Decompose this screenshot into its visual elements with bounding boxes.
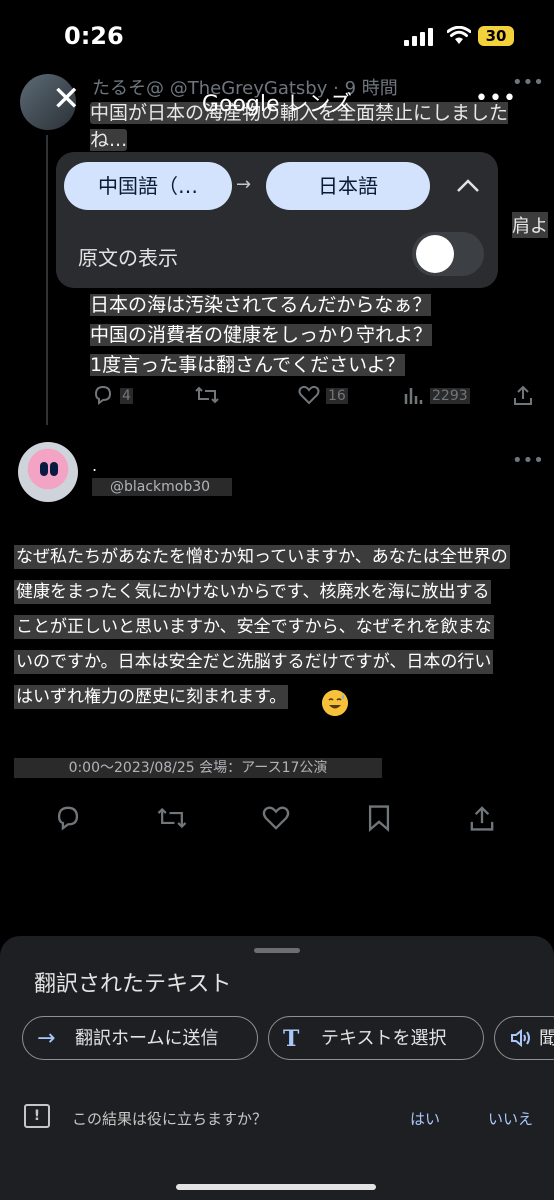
battery-icon: 30 bbox=[478, 26, 514, 46]
retweet-icon[interactable] bbox=[156, 804, 188, 832]
button-label: 翻訳ホームに送信 bbox=[75, 1028, 219, 1049]
share-icon bbox=[514, 385, 532, 405]
tweet-actions bbox=[52, 800, 512, 836]
status-time: 0:26 bbox=[64, 22, 124, 50]
text-t-icon: T bbox=[283, 1026, 300, 1052]
sheet-drag-handle[interactable] bbox=[254, 948, 300, 953]
select-text-button[interactable]: T テキストを選択 bbox=[268, 1016, 484, 1060]
more-options-icon[interactable]: ••• bbox=[512, 450, 544, 471]
heart-icon bbox=[298, 385, 320, 405]
home-indicator bbox=[176, 1184, 376, 1190]
more-menu-icon[interactable]: ••• bbox=[475, 86, 517, 111]
reply-button[interactable]: 4 bbox=[92, 384, 133, 410]
thread-line bbox=[46, 135, 48, 425]
wifi-icon bbox=[447, 26, 471, 44]
reply-icon[interactable] bbox=[54, 804, 82, 832]
tweet-actions: 4 16 2293 bbox=[92, 384, 532, 412]
tweet-line: 健康をまったく気にかけないからです、核廃水を海に放出する bbox=[14, 580, 492, 604]
show-original-label: 原文の表示 bbox=[78, 246, 178, 270]
heart-icon[interactable] bbox=[262, 804, 290, 832]
button-label: 聞 bbox=[539, 1017, 554, 1059]
view-count: 2293 bbox=[430, 388, 470, 404]
share-button[interactable] bbox=[512, 384, 534, 410]
arrow-right-icon: → bbox=[37, 1026, 56, 1051]
source-language-chip[interactable]: 中国語（… bbox=[64, 162, 232, 210]
signal-icon bbox=[404, 28, 433, 46]
tweet-line: 日本の海は汚染されてるんだからなぁ？ bbox=[90, 294, 432, 316]
tweet-line: 1度言った事は翻さんでくださいよ？ bbox=[90, 354, 405, 376]
target-language-chip[interactable]: 日本語 bbox=[266, 162, 430, 210]
button-label: テキストを選択 bbox=[321, 1028, 447, 1049]
display-name[interactable]: . bbox=[92, 456, 97, 475]
translated-fragment: 肩よ bbox=[512, 212, 548, 238]
send-to-translate-button[interactable]: → 翻訳ホームに送信 bbox=[22, 1016, 258, 1060]
feedback-no-button[interactable]: いいえ bbox=[488, 1108, 533, 1129]
tweet-meta: 0:00～2023/08/25 会場：アース17公演 bbox=[14, 758, 382, 778]
tweet-line: なぜ私たちがあなたを憎むか知っていますか、あなたは全世界の bbox=[14, 545, 510, 569]
translate-language-panel: 中国語（… → 日本語 原文の表示 bbox=[56, 152, 498, 288]
share-icon[interactable] bbox=[468, 804, 496, 832]
translated-text-sheet: 翻訳されたテキスト → 翻訳ホームに送信 T テキストを選択 聞 ! この結果は… bbox=[0, 936, 554, 1200]
speaker-icon bbox=[511, 1028, 530, 1048]
views-button[interactable]: 2293 bbox=[402, 384, 470, 410]
feedback-yes-button[interactable]: はい bbox=[410, 1108, 440, 1129]
show-original-toggle[interactable] bbox=[412, 232, 484, 276]
tweet-body: なぜ私たちがあなたを憎むか知っていますか、あなたは全世界の 健康をまったく気にか… bbox=[14, 540, 540, 715]
avatar-eye bbox=[50, 462, 58, 476]
tweet-line: ことが正しいと思いますか、安全ですから、なぜそれを飲まな bbox=[14, 615, 494, 639]
page-title: Google レンズ bbox=[201, 92, 353, 117]
like-count: 16 bbox=[326, 388, 348, 404]
retweet-icon bbox=[195, 386, 219, 404]
tweet-line: はいずれ権力の歴史に刻まれます。 bbox=[14, 685, 289, 709]
feedback-question: この結果は役に立ちますか？ bbox=[72, 1110, 268, 1128]
chevron-up-icon[interactable] bbox=[450, 168, 486, 204]
avatar-eye bbox=[40, 462, 48, 476]
arrow-right-icon: → bbox=[236, 174, 252, 195]
listen-button[interactable]: 聞 bbox=[494, 1016, 554, 1060]
views-icon bbox=[404, 388, 423, 404]
toggle-knob bbox=[416, 235, 454, 273]
bookmark-icon[interactable] bbox=[366, 804, 392, 832]
avatar[interactable] bbox=[18, 442, 78, 502]
tweet-body: 日本の海は汚染されてるんだからなぁ？ 中国の消費者の健康をしっかり守れよ？ 1度… bbox=[90, 290, 530, 380]
retweet-button[interactable] bbox=[194, 384, 220, 410]
sweat-smile-emoji-icon bbox=[322, 690, 348, 716]
feedback-icon: ! bbox=[24, 1104, 50, 1128]
author-handle[interactable]: @blackmob30 bbox=[92, 478, 232, 496]
reply-count: 4 bbox=[120, 388, 133, 404]
sheet-title: 翻訳されたテキスト bbox=[34, 972, 232, 997]
like-button[interactable]: 16 bbox=[298, 384, 348, 410]
tweet-line: 中国の消費者の健康をしっかり守れよ？ bbox=[90, 324, 433, 346]
tweet-line: いのですか。日本は安全だと洗脳するだけですが、日本の行い bbox=[14, 650, 494, 674]
reply-icon bbox=[94, 385, 112, 405]
